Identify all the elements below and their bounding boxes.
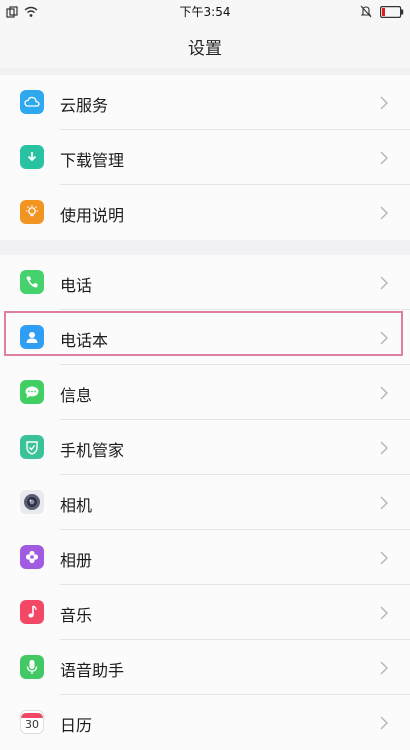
calendar-icon: 30 — [20, 710, 44, 734]
lightbulb-icon — [20, 200, 44, 224]
settings-item-label: 使用说明 — [60, 206, 125, 225]
settings-item-messages[interactable]: 信息 — [0, 365, 410, 420]
chevron-right-icon — [380, 385, 388, 404]
settings-item-camera[interactable]: 相机 — [0, 475, 410, 530]
settings-item-label: 手机管家 — [60, 441, 125, 460]
status-time: 下午3:54 — [179, 5, 231, 19]
chevron-right-icon — [380, 440, 388, 459]
chevron-right-icon — [380, 715, 388, 734]
message-icon — [20, 380, 44, 404]
chevron-right-icon — [380, 660, 388, 679]
settings-item-phone-manager[interactable]: 手机管家 — [0, 420, 410, 475]
settings-item-label: 下载管理 — [60, 151, 125, 170]
settings-item-label: 日历 — [60, 716, 93, 735]
settings-item-download-manager[interactable]: 下载管理 — [0, 130, 410, 185]
settings-section-services: 云服务 下载管理 使用说明 — [0, 75, 410, 240]
title-bar: 设置 — [0, 20, 410, 68]
chevron-right-icon — [380, 205, 388, 224]
status-bar: 下午3:54 — [0, 0, 410, 20]
camera-icon — [20, 490, 44, 514]
settings-item-label: 信息 — [60, 386, 93, 405]
cloud-icon — [20, 90, 44, 114]
settings-item-label: 语音助手 — [60, 661, 125, 680]
highlight-box — [4, 311, 403, 356]
shield-icon — [20, 435, 44, 459]
settings-item-label: 音乐 — [60, 606, 93, 625]
download-icon — [20, 145, 44, 169]
settings-item-music[interactable]: 音乐 — [0, 585, 410, 640]
settings-item-label: 电话 — [60, 276, 93, 295]
page-title: 设置 — [188, 39, 222, 59]
settings-item-calendar[interactable]: 30 日历 — [0, 695, 410, 750]
settings-item-user-guide[interactable]: 使用说明 — [0, 185, 410, 240]
settings-item-label: 相册 — [60, 551, 93, 570]
chevron-right-icon — [380, 550, 388, 569]
settings-item-phone[interactable]: 电话 — [0, 255, 410, 310]
microphone-icon — [20, 655, 44, 679]
music-icon — [20, 600, 44, 624]
chevron-right-icon — [380, 150, 388, 169]
chevron-right-icon — [380, 495, 388, 514]
settings-item-label: 云服务 — [60, 96, 109, 115]
chevron-right-icon — [380, 95, 388, 114]
settings-item-gallery[interactable]: 相册 — [0, 530, 410, 585]
calendar-icon-day: 30 — [25, 717, 39, 731]
phone-icon — [20, 270, 44, 294]
flower-icon — [20, 545, 44, 569]
settings-item-cloud-service[interactable]: 云服务 — [0, 75, 410, 130]
settings-item-label: 相机 — [60, 496, 93, 515]
settings-item-voice-assistant[interactable]: 语音助手 — [0, 640, 410, 695]
chevron-right-icon — [380, 275, 388, 294]
chevron-right-icon — [380, 605, 388, 624]
